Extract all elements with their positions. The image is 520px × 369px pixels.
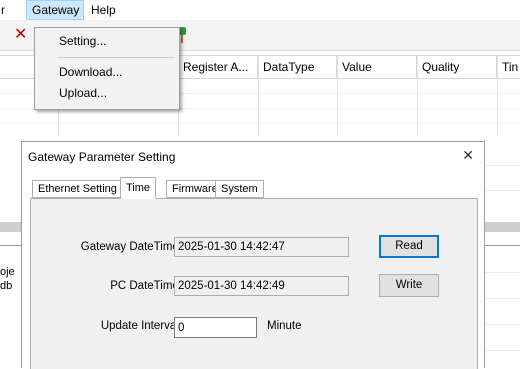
right-grid-line bbox=[484, 190, 520, 191]
time-tab-panel: Gateway DateTime: 2025-01-30 14:42:47 Re… bbox=[30, 198, 478, 369]
grid-row-line bbox=[0, 123, 520, 124]
menu-help[interactable]: Help bbox=[86, 0, 121, 20]
pc-datetime-label: PC DateTime: bbox=[110, 280, 182, 292]
left-pane-text: oje bbox=[0, 266, 15, 278]
menu-separator bbox=[57, 57, 175, 58]
delete-icon[interactable]: ✕ bbox=[14, 25, 27, 45]
pin-stem bbox=[181, 34, 183, 43]
right-grid-line bbox=[484, 298, 520, 299]
right-grid-line bbox=[484, 165, 520, 166]
update-interval-label: Update Interval: bbox=[100, 320, 182, 332]
gateway-datetime-label: Gateway DateTime: bbox=[80, 241, 182, 253]
column-header-time[interactable]: Tin bbox=[497, 56, 520, 78]
left-pane-text: db bbox=[0, 280, 13, 292]
column-header-value[interactable]: Value bbox=[337, 56, 417, 78]
gateway-datetime-field: 2025-01-30 14:42:47 bbox=[174, 237, 349, 257]
menu-bar: r Gateway Help bbox=[0, 0, 520, 21]
pane-border-right bbox=[482, 245, 520, 246]
menu-item-upload[interactable]: Upload... bbox=[59, 83, 107, 103]
tab-ethernet-setting[interactable]: Ethernet Setting bbox=[32, 180, 123, 198]
update-interval-unit: Minute bbox=[267, 320, 302, 332]
right-grid-line bbox=[484, 350, 520, 351]
splitter-right[interactable] bbox=[482, 222, 520, 232]
right-grid-line bbox=[484, 324, 520, 325]
menu-item-download[interactable]: Download... bbox=[59, 62, 122, 82]
menu-view-partial[interactable]: r bbox=[0, 0, 10, 20]
column-header-register-address[interactable]: Register A... bbox=[178, 56, 258, 78]
gateway-dropdown-menu: Setting... Download... Upload... bbox=[34, 27, 180, 110]
update-interval-input[interactable]: 0 bbox=[174, 317, 257, 338]
menu-gateway[interactable]: Gateway bbox=[26, 0, 84, 20]
pc-datetime-field: 2025-01-30 14:42:49 bbox=[174, 276, 349, 296]
close-icon[interactable]: ✕ bbox=[462, 146, 474, 164]
write-button[interactable]: Write bbox=[379, 274, 439, 297]
dialog-title: Gateway Parameter Setting bbox=[28, 150, 176, 164]
gateway-parameter-setting-dialog: Gateway Parameter Setting ✕ Ethernet Set… bbox=[21, 141, 485, 369]
tab-system[interactable]: System bbox=[215, 180, 264, 198]
column-header-datatype[interactable]: DataType bbox=[258, 56, 337, 78]
column-header-quality[interactable]: Quality bbox=[417, 56, 497, 78]
read-button[interactable]: Read bbox=[379, 235, 439, 258]
tab-time[interactable]: Time bbox=[120, 177, 157, 199]
right-grid-line bbox=[484, 272, 520, 273]
menu-item-setting[interactable]: Setting... bbox=[59, 31, 106, 51]
